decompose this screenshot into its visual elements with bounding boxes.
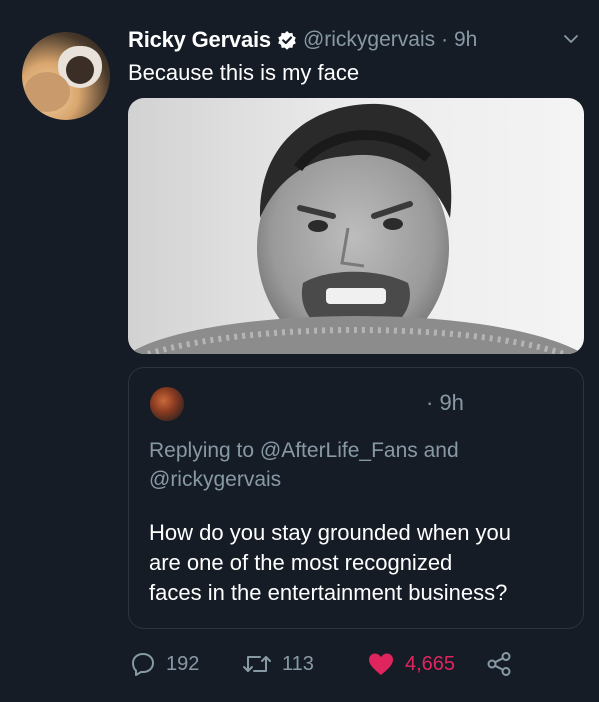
retweet-icon (243, 656, 271, 672)
quoted-body-line: are one of the most recognized (149, 550, 453, 575)
tweet-text: Because this is my face (128, 60, 360, 85)
share-icon (487, 652, 511, 676)
share-button[interactable] (486, 648, 522, 680)
author-avatar[interactable] (22, 32, 110, 120)
like-count: 4,665 (405, 652, 456, 675)
author-name[interactable]: Ricky Gervais (128, 27, 271, 53)
tweet-photo[interactable] (128, 98, 584, 354)
author-handle[interactable]: @rickygervais (303, 28, 435, 52)
quoted-time: · 9h (426, 390, 464, 415)
avatar-face (24, 72, 70, 112)
reply-button[interactable]: 192 (130, 648, 199, 680)
heart-icon (369, 653, 393, 675)
chevron-down-icon[interactable] (563, 33, 579, 45)
reply-context-line: @rickygervais (149, 468, 282, 491)
reply-context-line: Replying to @AfterLife_Fans and (149, 439, 459, 462)
quoted-body-line: How do you stay grounded when you (149, 520, 512, 545)
quoted-body-line: faces in the entertainment business? (149, 580, 508, 605)
reply-count: 192 (166, 652, 200, 675)
quoted-tweet[interactable]: · 9h Replying to @AfterLife_Fans and @ri… (128, 367, 584, 629)
tweet-time[interactable]: · 9h (441, 28, 477, 52)
tweet-header: Ricky Gervais @rickygervais · 9h (128, 27, 477, 53)
retweet-button[interactable]: 113 (242, 648, 314, 680)
face-photo-illustration (128, 103, 584, 354)
reply-icon (132, 653, 154, 676)
verified-badge-icon (277, 30, 297, 50)
action-bar: 192 113 4,665 (130, 648, 590, 680)
quoted-reply-context: Replying to @AfterLife_Fans and @rickyge… (149, 436, 569, 494)
like-button[interactable]: 4,665 (367, 648, 455, 680)
avatar-cat-face (66, 56, 94, 84)
quoted-body: How do you stay grounded when you are on… (149, 518, 573, 608)
quoted-avatar[interactable] (150, 387, 184, 421)
retweet-count: 113 (282, 652, 314, 675)
